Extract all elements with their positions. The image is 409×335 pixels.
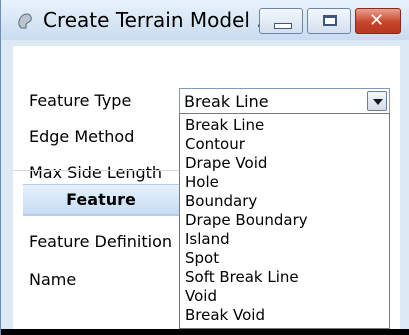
minimize-icon — [274, 23, 292, 29]
dropdown-option[interactable]: Island — [185, 230, 230, 248]
feature-type-select[interactable]: Break Line — [179, 88, 390, 114]
chevron-down-icon — [373, 99, 383, 105]
window-bottom-border — [1, 329, 409, 335]
dropdown-option[interactable]: Contour — [185, 135, 245, 153]
minimize-button[interactable] — [259, 8, 303, 34]
edge-method-label: Edge Method — [29, 127, 135, 146]
close-button[interactable]: ✕ — [355, 8, 401, 34]
dropdown-option[interactable]: Break Line — [185, 116, 264, 134]
app-icon — [18, 13, 32, 29]
feature-section-header[interactable]: Feature — [23, 184, 179, 215]
dropdown-option[interactable]: Spot — [185, 249, 219, 267]
feature-type-value: Break Line — [184, 92, 269, 111]
divider — [13, 170, 183, 171]
dropdown-option[interactable]: Hole — [185, 173, 219, 191]
max-side-length-label: Max Side Length — [29, 163, 163, 182]
name-label: Name — [29, 270, 77, 289]
maximize-icon — [323, 15, 337, 26]
close-icon: ✕ — [369, 10, 385, 31]
dropdown-option[interactable]: Break Void — [185, 306, 265, 324]
title-bar[interactable]: Create Terrain Model ... ✕ — [1, 0, 409, 40]
dropdown-option[interactable]: Soft Break Line — [185, 268, 299, 286]
feature-type-label: Feature Type — [29, 91, 132, 110]
maximize-button[interactable] — [307, 8, 351, 34]
dropdown-option[interactable]: Drape Void — [185, 154, 267, 172]
section-title: Feature — [66, 190, 136, 209]
dropdown-arrow-button[interactable] — [367, 91, 387, 111]
window-title: Create Terrain Model ... — [43, 8, 276, 32]
feature-type-dropdown-list[interactable]: Break Line Contour Drape Void Hole Bound… — [179, 113, 390, 329]
dropdown-option[interactable]: Void — [185, 287, 217, 305]
section-header-edge — [23, 214, 179, 216]
feature-definition-label: Feature Definition — [29, 232, 173, 251]
dialog-window: Create Terrain Model ... ✕ Feature Type … — [0, 0, 409, 335]
dropdown-option[interactable]: Drape Boundary — [185, 211, 308, 229]
dropdown-option[interactable]: Boundary — [185, 192, 257, 210]
